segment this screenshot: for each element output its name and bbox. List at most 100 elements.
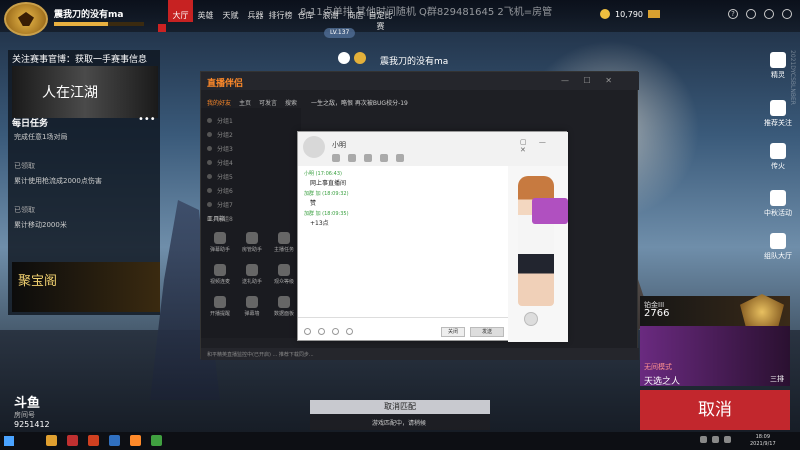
client-window-controls[interactable]: — ☐ ✕ (561, 76, 618, 85)
ime-icon[interactable] (724, 436, 731, 443)
contact-item[interactable]: 分组5 (217, 172, 233, 181)
chat-contact-name: 小明 (332, 141, 346, 149)
contact-item[interactable]: 分组6 (217, 186, 233, 195)
menu-label: 传火 (771, 162, 785, 170)
chat-avatar[interactable] (303, 136, 325, 158)
more-tool-icon[interactable] (396, 154, 404, 162)
tab-search[interactable]: 搜索 (285, 98, 297, 107)
menu-torch[interactable]: 传火 (758, 143, 798, 171)
level-progress (54, 22, 144, 26)
event-banner[interactable]: 人在江湖 (12, 66, 158, 118)
notification-flag-icon[interactable] (158, 24, 166, 32)
tool-reminder[interactable]: 开播提醒 (205, 296, 235, 317)
image-icon[interactable] (332, 328, 339, 335)
nav-lobby[interactable]: 大厅 (168, 0, 193, 22)
contact-dot-icon (207, 188, 212, 193)
event-title[interactable]: 关注赛事官博：获取一手赛事信息 (12, 52, 147, 65)
menu-label: 精灵 (771, 71, 785, 79)
tab-speak[interactable]: 可发言 (259, 98, 277, 107)
character-avatar (518, 176, 554, 306)
video-tool-icon[interactable] (364, 154, 372, 162)
tool-label: 视频连麦 (209, 279, 230, 285)
stream-app-icon[interactable] (130, 435, 141, 446)
tool-video[interactable]: 视频连麦 (205, 264, 235, 285)
left-panel: 关注赛事官博：获取一手赛事信息 人在江湖 每日任务 ••• 完成任意1场对局 已… (8, 50, 160, 315)
contact-item[interactable]: 分组2 (217, 130, 233, 139)
contact-dot-icon (207, 132, 212, 137)
send-button[interactable]: 发送 (470, 327, 504, 337)
settings-icon[interactable] (764, 9, 774, 19)
task-status: 已领取 (14, 206, 35, 214)
contact-item[interactable]: 分组1 (217, 116, 233, 125)
center-icons (338, 52, 366, 64)
volume-icon[interactable] (712, 436, 719, 443)
network-icon[interactable] (700, 436, 707, 443)
tool-gift[interactable]: 送礼助手 (237, 264, 267, 285)
tool-admin[interactable]: 房管助手 (237, 232, 267, 253)
tool-wall[interactable]: 弹幕墙 (237, 296, 267, 317)
tool-level[interactable]: 观众等级 (269, 264, 299, 285)
task-item: 累计移动2000米 (14, 221, 67, 229)
nav-heroes[interactable]: 英雄 (193, 8, 218, 34)
tool-barrage[interactable]: 弹幕助手 (205, 232, 235, 253)
menu-icon[interactable] (782, 9, 792, 19)
event-icon (770, 190, 786, 206)
banner-text: 人在江湖 (42, 85, 98, 101)
message-body: +13点 (310, 220, 329, 227)
character-speech-bubble (532, 198, 568, 224)
cancel-match-button[interactable]: 取消 (640, 390, 790, 430)
taskbar-apps (46, 435, 162, 446)
system-tray (700, 436, 731, 443)
help-icon[interactable]: ? (728, 9, 738, 19)
center-player-name: 震我刀的没有ma (380, 57, 449, 67)
screen-tool-icon[interactable] (380, 154, 388, 162)
tool-data[interactable]: 数据面板 (269, 296, 299, 317)
tool-label: 数据面板 (273, 311, 294, 317)
contact-item[interactable]: 分组4 (217, 158, 233, 167)
more-icon[interactable]: ••• (138, 114, 156, 125)
nav-weapons[interactable]: 兵器 (243, 8, 268, 34)
treasure-banner[interactable]: 聚宝阁 (12, 262, 160, 312)
scissors-icon[interactable] (318, 328, 325, 335)
contact-dot-icon (207, 160, 212, 165)
client-app-icon[interactable] (88, 435, 99, 446)
mail-icon[interactable] (746, 9, 756, 19)
tool-icon (246, 264, 258, 276)
mode-name: 天选之人 (644, 377, 681, 387)
friend-icon[interactable] (338, 52, 350, 64)
coin-count: 10,790 (615, 9, 643, 19)
contact-item[interactable]: 分组3 (217, 144, 233, 153)
treasure-label: 聚宝阁 (18, 274, 58, 289)
clock-time: 18:09 (755, 434, 771, 440)
windows-start-icon[interactable] (4, 436, 14, 446)
mini-avatar[interactable] (524, 312, 538, 326)
close-button[interactable]: 关闭 (441, 327, 465, 337)
menu-midautumn[interactable]: 中秋活动 (758, 190, 798, 218)
tool-label: 开播提醒 (209, 311, 230, 317)
menu-label: 中秋活动 (764, 209, 792, 217)
emoji-tool-icon[interactable] (332, 154, 340, 162)
game-app-icon[interactable] (67, 435, 78, 446)
tab-home[interactable]: 主页 (239, 98, 251, 107)
tool-icon (246, 232, 258, 244)
contact-item[interactable]: 分组7 (217, 200, 233, 209)
taskbar-clock[interactable]: 18:09 2021/9/17 (750, 434, 776, 448)
dialog-toolbar (332, 154, 404, 162)
browser-icon[interactable] (109, 435, 120, 446)
tool-label: 观众等级 (273, 279, 294, 285)
dialog-window-controls[interactable]: ▢ — ✕ (520, 138, 566, 154)
chat-app-icon[interactable] (151, 435, 162, 446)
client-logo: 直播伴侣 (207, 79, 244, 89)
tab-friends[interactable]: 我的好友 (207, 98, 231, 107)
voice-tool-icon[interactable] (348, 154, 356, 162)
folder-icon[interactable] (46, 435, 57, 446)
menu-team-lobby[interactable]: 组队大厅 (758, 233, 798, 261)
cancel-matching-bar[interactable]: 取消匹配 (310, 400, 490, 414)
nav-leaderboard[interactable]: 排行榜 (268, 8, 293, 34)
history-icon[interactable] (346, 328, 353, 335)
player-avatar[interactable] (4, 2, 48, 36)
smile-icon[interactable] (304, 328, 311, 335)
tool-task[interactable]: 主播任务 (269, 232, 299, 253)
nav-talents[interactable]: 天赋 (218, 8, 243, 34)
message-body: 赞 (310, 200, 317, 207)
